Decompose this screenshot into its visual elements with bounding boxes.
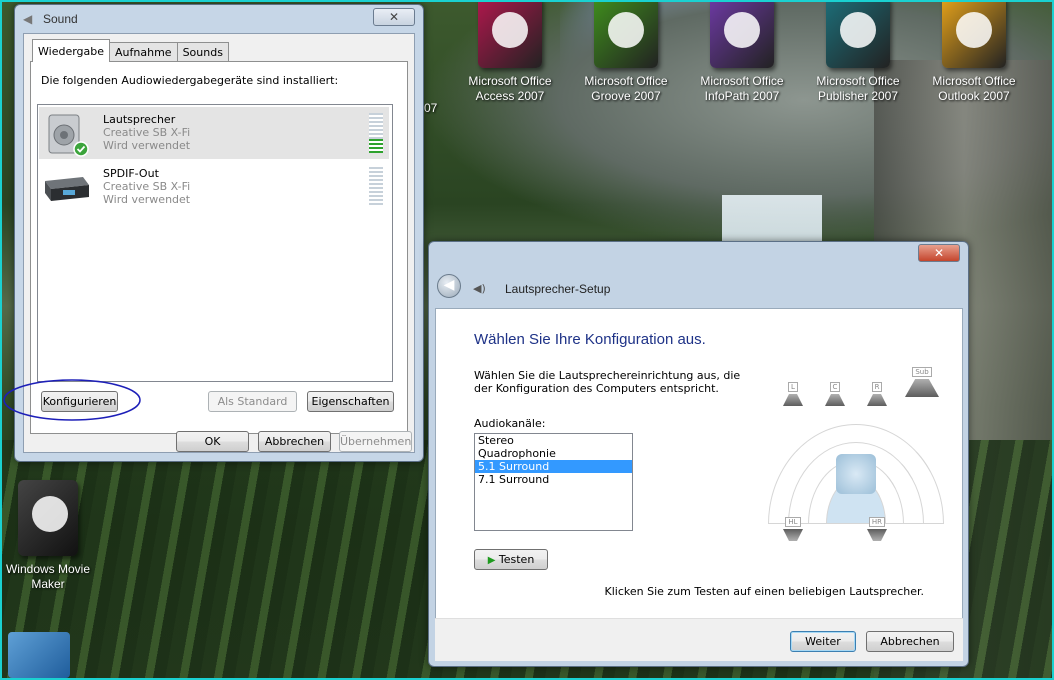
movie-maker-icon (18, 480, 78, 556)
channels-listbox[interactable]: Stereo Quadrophonie 5.1 Surround 7.1 Sur… (474, 433, 633, 531)
close-button[interactable]: ✕ (918, 244, 960, 262)
test-hint: Klicken Sie zum Testen auf einen beliebi… (604, 585, 924, 598)
speaker-diagram: L C R Sub HL HR (766, 364, 946, 554)
speaker-setup-window: ✕ ◀ ◀) Lautsprecher-Setup Wählen Sie Ihr… (428, 241, 969, 667)
desktop-icon-label: Windows Movie Maker (5, 562, 91, 591)
test-button-label: Testen (498, 553, 535, 566)
desktop-icon-movie-maker[interactable]: Windows Movie Maker (0, 480, 96, 592)
intro-text: Die folgenden Audiowiedergabegeräte sind… (41, 74, 339, 87)
tab-wiedergabe[interactable]: Wiedergabe (32, 39, 111, 62)
cancel-button[interactable]: Abbrechen (258, 431, 331, 452)
ok-button[interactable]: OK (176, 431, 249, 452)
channel-option-quadrophonie[interactable]: Quadrophonie (475, 447, 632, 460)
wizard-content: Wählen Sie Ihre Konfiguration aus. Wähle… (435, 308, 963, 661)
device-list[interactable]: Lautsprecher Creative SB X-Fi Wird verwe… (37, 104, 393, 382)
device-name: Lautsprecher (103, 113, 176, 126)
volume-meter (369, 113, 383, 153)
wizard-heading: Wählen Sie Ihre Konfiguration aus. (474, 331, 706, 348)
speaker-rear-left[interactable]: HL (782, 514, 804, 541)
listener-icon (836, 454, 876, 494)
properties-button[interactable]: Eigenschaften (307, 391, 394, 412)
tab-aufnahme[interactable]: Aufnahme (109, 42, 178, 62)
office-access-icon (478, 0, 542, 68)
device-row-spdif[interactable]: SPDIF-Out Creative SB X-Fi Wird verwende… (39, 161, 389, 213)
office-groove-icon (594, 0, 658, 68)
office-infopath-icon (710, 0, 774, 68)
tab-sounds[interactable]: Sounds (176, 42, 229, 62)
device-driver: Creative SB X-Fi (103, 126, 191, 139)
volume-meter (369, 167, 383, 207)
speaker-label: Sub (912, 367, 932, 377)
desktop-icon[interactable]: Microsoft Office InfoPath 2007 (684, 0, 800, 104)
speaker-label: C (829, 382, 841, 392)
window-title: Sound (43, 12, 78, 26)
speaker-label: R (871, 382, 883, 392)
device-status: Wird verwendet (103, 193, 191, 206)
speaker-label: HR (868, 517, 886, 527)
desktop-icon-label: Microsoft Office Publisher 2007 (816, 74, 900, 103)
channel-option-stereo[interactable]: Stereo (475, 434, 632, 447)
desktop-icon-label: Microsoft Office Outlook 2007 (932, 74, 1016, 103)
device-status: Wird verwendet (103, 139, 191, 152)
speaker-left[interactable]: L (782, 379, 804, 406)
channels-label: Audiokanäle: (474, 417, 546, 430)
wizard-title: Lautsprecher-Setup (505, 282, 611, 296)
close-button[interactable]: ✕ (373, 8, 415, 26)
test-button[interactable]: ▶ Testen (474, 549, 548, 570)
desktop-icon[interactable]: Microsoft Office Publisher 2007 (800, 0, 916, 104)
back-arrow-icon: ◀ (443, 277, 455, 293)
speaker-right[interactable]: R (866, 379, 888, 406)
desktop-icon-label: Microsoft Office Groove 2007 (584, 74, 668, 103)
apply-button[interactable]: Übernehmen (339, 431, 412, 452)
speaker-rear-right[interactable]: HR (866, 514, 888, 541)
desktop-icon[interactable]: Microsoft Office Outlook 2007 (916, 0, 1032, 104)
next-button[interactable]: Weiter (790, 631, 856, 652)
wizard-cancel-button[interactable]: Abbrechen (866, 631, 954, 652)
device-driver: Creative SB X-Fi (103, 180, 191, 193)
partial-icon-label: 07 (424, 101, 438, 115)
desktop-icon-label: Microsoft Office Access 2007 (468, 74, 552, 103)
wizard-description: Wählen Sie die Lautsprechereinrichtung a… (474, 369, 741, 395)
channel-option-7-1-surround[interactable]: 7.1 Surround (475, 473, 632, 486)
spdif-device-icon (43, 167, 91, 207)
desktop-icon[interactable]: Microsoft Office Access 2007 (452, 0, 568, 104)
device-name: SPDIF-Out (103, 167, 159, 180)
office-publisher-icon (826, 0, 890, 68)
speaker-center[interactable]: C (824, 379, 846, 406)
speaker-label: HL (785, 517, 801, 527)
close-icon: ✕ (388, 10, 400, 24)
close-icon: ✕ (933, 246, 945, 260)
speaker-device-icon (43, 113, 91, 157)
media-icon[interactable] (8, 632, 70, 678)
highlight-circle-annotation (3, 379, 141, 421)
speaker-icon: ◀ (23, 12, 33, 26)
desktop-icon-label: Microsoft Office InfoPath 2007 (700, 74, 784, 103)
wizard-footer: Weiter Abbrechen (435, 618, 963, 661)
back-button[interactable]: ◀ (437, 274, 461, 298)
channel-option-5-1-surround[interactable]: 5.1 Surround (475, 460, 632, 473)
device-row-lautsprecher[interactable]: Lautsprecher Creative SB X-Fi Wird verwe… (39, 107, 389, 159)
sound-titlebar[interactable]: ◀ Sound ✕ (15, 5, 423, 33)
speaker-icon: ◀) (473, 282, 486, 295)
desktop-icon[interactable]: Microsoft Office Groove 2007 (568, 0, 684, 104)
tab-strip: Wiedergabe Aufnahme Sounds (32, 39, 229, 62)
set-default-button[interactable]: Als Standard (208, 391, 297, 412)
speaker-subwoofer[interactable]: Sub (904, 364, 940, 397)
speaker-label: L (788, 382, 798, 392)
office-outlook-icon (942, 0, 1006, 68)
play-icon: ▶ (487, 555, 496, 566)
